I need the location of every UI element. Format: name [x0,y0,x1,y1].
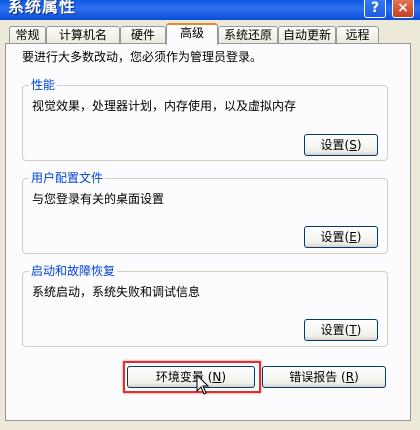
tab-general[interactable]: 常规 [9,26,46,44]
startup-recovery-group: 启动和故障恢复 系统启动，系统失败和调试信息 设置(T) [22,264,388,347]
performance-description: 视觉效果，处理器计划，内存使用，以及虚拟内存 [32,99,297,113]
tab-strip: 常规 计算机名 硬件 高级 系统还原 自动更新 远程 [0,23,420,45]
error-report-label: 错误报告 [289,370,338,384]
startup-recovery-settings-button[interactable]: 设置(T) [304,319,378,341]
performance-settings-accel: S [349,138,357,152]
user-profiles-settings-label: 设置 [320,230,345,244]
startup-recovery-settings-label: 设置 [320,323,345,337]
user-profiles-settings-accel: E [349,230,357,244]
startup-recovery-settings-accel: T [349,323,357,337]
close-button[interactable]: × [392,0,414,18]
environment-variables-button[interactable]: 环境变量 (N) [127,366,255,388]
performance-settings-button[interactable]: 设置(S) [304,134,378,156]
user-profiles-group: 用户配置文件 与您登录有关的桌面设置 设置(E) [22,171,388,254]
startup-recovery-description: 系统启动，系统失败和调试信息 [32,285,201,299]
tab-advanced[interactable]: 高级 [166,23,218,45]
user-profiles-settings-button[interactable]: 设置(E) [304,226,378,248]
tab-auto-update[interactable]: 自动更新 [278,26,336,44]
performance-settings-label: 设置 [320,138,345,152]
error-report-accel: R [345,370,355,384]
tab-remote[interactable]: 远程 [336,26,379,44]
arrow-pointer-icon [196,374,210,395]
user-profiles-title: 用户配置文件 [29,171,106,185]
env-vars-accel: N [212,370,222,384]
performance-title: 性能 [29,78,58,92]
user-profiles-description: 与您登录有关的桌面设置 [32,192,165,206]
startup-recovery-title: 启动和故障恢复 [29,264,118,278]
tab-system-restore[interactable]: 系统还原 [218,26,278,44]
performance-group: 性能 视觉效果，处理器计划，内存使用，以及虚拟内存 设置(S) [22,78,388,161]
tab-hardware[interactable]: 硬件 [120,26,166,44]
title-bar: 系统属性 ? × [0,0,420,20]
window-title: 系统属性 [8,0,77,16]
tab-computer-name[interactable]: 计算机名 [46,26,120,44]
error-report-button[interactable]: 错误报告 (R) [262,366,386,388]
admin-note: 要进行大多数改动，您必须作为管理员登录。 [22,50,263,64]
help-button[interactable]: ? [364,0,386,18]
